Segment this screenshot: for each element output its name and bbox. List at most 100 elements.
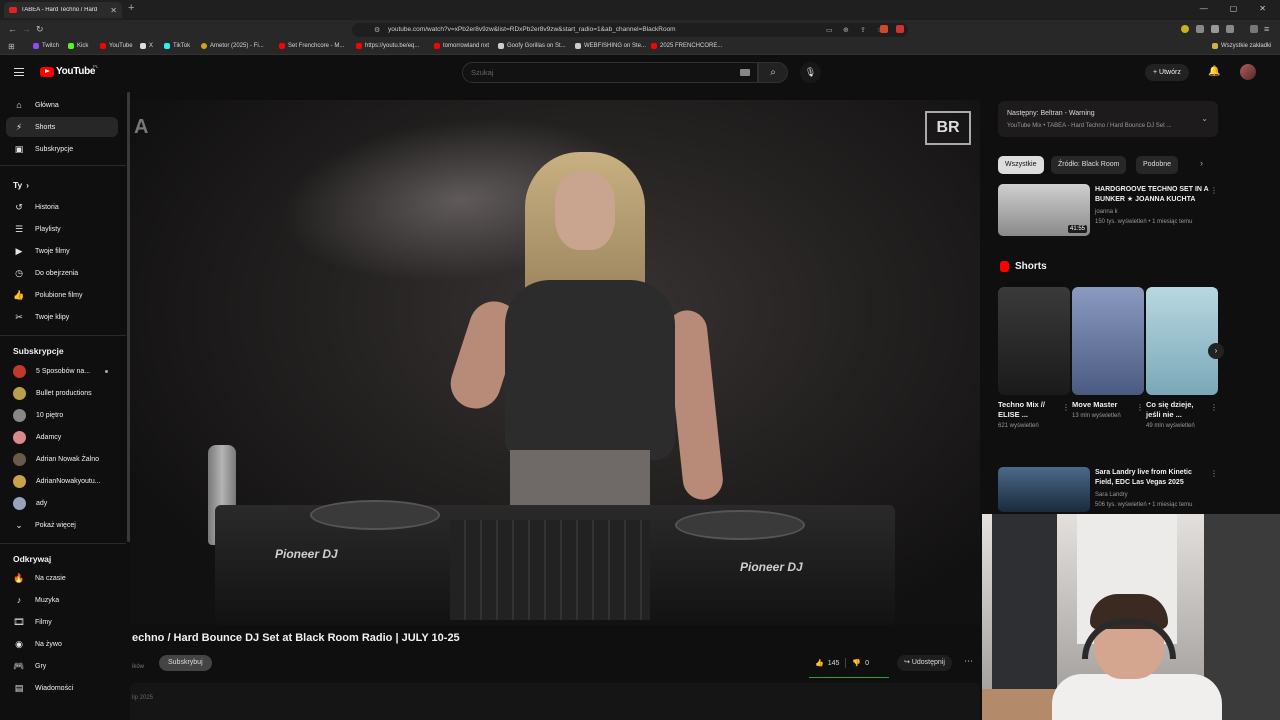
bookmark-x[interactable]: X — [140, 43, 153, 49]
video-title[interactable]: HARDGROOVE TECHNO SET IN A BUNKER ★ JOAN… — [1095, 185, 1210, 204]
sidebar-item-watch-later[interactable]: ◷ Do obejrzenia — [6, 263, 118, 283]
sidebar-item-channel[interactable]: Adrian Nowak Żalno — [6, 449, 118, 469]
short-card[interactable]: Techno Mix // ELISE ... 621 wyświetleń ⋮ — [998, 287, 1070, 431]
voice-search-icon[interactable]: 🎙 — [800, 62, 821, 83]
list-item[interactable]: 41:55 HARDGROOVE TECHNO SET IN A BUNKER … — [998, 184, 1218, 236]
channel-name[interactable]: Sara Landry — [1095, 492, 1128, 498]
channel-name[interactable]: joanna k — [1095, 209, 1118, 215]
sidebar-item-trending[interactable]: 🔥 Na czasie — [6, 568, 118, 588]
extensions-icon[interactable] — [1211, 25, 1219, 33]
video-thumbnail[interactable]: 41:55 — [998, 184, 1090, 236]
sidebar-item-home[interactable]: ⌂ Główna — [6, 95, 118, 115]
sidebar-item-channel[interactable]: ady — [6, 493, 118, 513]
short-title[interactable]: Techno Mix // ELISE ... — [998, 400, 1058, 420]
more-vert-icon[interactable]: ⋮ — [1210, 469, 1218, 478]
bookmark-ametor[interactable]: Ametor (2025) - Fi... — [201, 43, 264, 49]
channel-watermark[interactable]: BR — [925, 111, 971, 145]
more-actions-icon[interactable]: ⋯ — [964, 656, 973, 667]
sidebar-item-channel[interactable]: 5 Sposobów na... — [6, 361, 118, 381]
description-box[interactable] — [130, 683, 980, 720]
search-input[interactable]: Szukaj — [462, 62, 758, 83]
chevron-right-icon[interactable]: › — [1200, 158, 1203, 168]
wallet-extension-icon[interactable] — [1181, 25, 1189, 33]
bookmark-frenchcore-2025[interactable]: 2025 FRENCHCORE... — [651, 43, 722, 49]
back-icon[interactable]: ← — [8, 24, 17, 34]
short-thumbnail[interactable] — [1072, 287, 1144, 395]
reload-icon[interactable]: ↻ — [36, 24, 44, 35]
more-vert-icon[interactable]: ⋮ — [1062, 403, 1070, 412]
brave-shield-icon[interactable] — [880, 25, 888, 33]
bookmark-all[interactable]: Wszystkie zakładki — [1212, 43, 1271, 49]
short-title[interactable]: Move Master — [1072, 400, 1132, 410]
minimize-icon[interactable]: — — [1200, 4, 1208, 13]
chip-source[interactable]: Źródło: Black Room — [1051, 156, 1127, 174]
search-button[interactable]: ⌕ — [758, 62, 788, 83]
chevron-right-icon[interactable]: › — [1208, 343, 1224, 359]
bookmark-tomorrowland[interactable]: tomorrowland nxt — [434, 43, 489, 49]
like-button[interactable]: 👍 145 — [809, 659, 845, 668]
sidebar-item-music[interactable]: ♪ Muzyka — [6, 590, 118, 610]
more-vert-icon[interactable]: ⋮ — [1210, 186, 1218, 195]
media-icon[interactable] — [1250, 25, 1258, 33]
bookmark-kick[interactable]: Kick — [68, 43, 88, 49]
guide-menu-icon[interactable] — [14, 68, 24, 76]
sidebar-item-channel[interactable]: Bullet productions — [6, 383, 118, 403]
sidebar-item-clips[interactable]: ✂ Twoje klipy — [6, 307, 118, 327]
video-title[interactable]: Sara Landry live from Kinetic Field, EDC… — [1095, 468, 1210, 487]
sidebar-item-channel[interactable]: AdrianNowakyoutu... — [6, 471, 118, 491]
sidebar-item-gaming[interactable]: 🎮 Gry — [6, 656, 118, 676]
avatar[interactable] — [1240, 64, 1256, 80]
share-button[interactable]: ↪ Udostępnij — [897, 655, 952, 671]
dislike-button[interactable]: 👎 0 — [846, 659, 875, 668]
bookmark-goofy-gorillas[interactable]: Goofy Gorillas on St... — [498, 43, 566, 49]
more-vert-icon[interactable]: ⋮ — [1136, 403, 1144, 412]
bookmark-twitch[interactable]: Twitch — [33, 43, 59, 49]
sidebar-item-news[interactable]: ▤ Wiadomości — [6, 678, 118, 698]
more-vert-icon[interactable]: ⋮ — [1210, 403, 1218, 412]
chip-all[interactable]: Wszystkie — [998, 156, 1044, 174]
close-window-icon[interactable]: ✕ — [1259, 4, 1266, 13]
sidebar-toggle-icon[interactable] — [1226, 25, 1234, 33]
cast-icon[interactable]: ▭ — [826, 26, 833, 34]
vpn-extension-icon[interactable] — [1196, 25, 1204, 33]
bookmark-youtube[interactable]: YouTube — [100, 43, 133, 49]
bookmark-youtu-be[interactable]: https://youtu.be/eq... — [356, 43, 419, 49]
sidebar-item-liked[interactable]: 👍 Polubione filmy — [6, 285, 118, 305]
create-button[interactable]: + Utwórz — [1145, 64, 1189, 81]
address-bar[interactable]: ⚙ youtube.com/watch?v=xPb2er8v9zw&list=R… — [352, 23, 908, 37]
sidebar-item-channel[interactable]: Adamcy — [6, 427, 118, 447]
site-settings-icon[interactable]: ⚙ — [374, 26, 380, 34]
sidebar-item-your-videos[interactable]: ▶ Twoje filmy — [6, 241, 118, 261]
maximize-icon[interactable]: ▢ — [1230, 4, 1238, 13]
sidebar-item-channel[interactable]: 10 piętro — [6, 405, 118, 425]
alert-extension-icon[interactable] — [896, 25, 904, 33]
bookmark-set-frenchcore[interactable]: Set Frenchcore - M... — [279, 43, 344, 49]
sidebar-show-more[interactable]: ⌄ Pokaż więcej — [6, 515, 118, 535]
short-thumbnail[interactable] — [1146, 287, 1218, 395]
subscribe-button[interactable]: Subskrybuj — [159, 655, 212, 671]
short-card[interactable]: Move Master 13 mln wyświetleń ⋮ — [1072, 287, 1144, 421]
browser-tab[interactable]: TABEA - Hard Techno / Hard ✕ — [4, 2, 122, 18]
short-card[interactable]: Co się dzieje, jeśli nie ... 49 mln wyśw… — [1146, 287, 1218, 431]
keyboard-icon[interactable] — [740, 69, 750, 76]
list-item[interactable]: Sara Landry live from Kinetic Field, EDC… — [998, 467, 1218, 512]
sidebar-item-shorts[interactable]: ⚡ Shorts — [6, 117, 118, 137]
short-thumbnail[interactable] — [998, 287, 1070, 395]
sidebar-you-heading[interactable]: Ty › — [6, 175, 118, 195]
sidebar-item-movies[interactable]: 🎞 Filmy — [6, 612, 118, 632]
sidebar-item-subscriptions[interactable]: ▣ Subskrypcje — [6, 139, 118, 159]
zoom-icon[interactable]: ⊕ — [843, 26, 849, 34]
close-tab-icon[interactable]: ✕ — [110, 6, 117, 15]
sidebar-item-history[interactable]: ↺ Historia — [6, 197, 118, 217]
new-tab-icon[interactable]: + — [128, 2, 134, 14]
sidebar-item-playlists[interactable]: ☰ Playlisty — [6, 219, 118, 239]
forward-icon[interactable]: → — [22, 24, 31, 34]
video-thumbnail[interactable] — [998, 467, 1090, 512]
chip-related[interactable]: Podobne — [1136, 156, 1179, 174]
up-next-box[interactable]: Następny: Beltran - Warning YouTube Mix … — [998, 101, 1218, 137]
bookmark-tiktok[interactable]: TikTok — [164, 43, 190, 49]
youtube-logo[interactable]: YouTube — [40, 66, 96, 77]
short-title[interactable]: Co się dzieje, jeśli nie ... — [1146, 400, 1206, 420]
apps-icon[interactable]: ⊞ — [8, 42, 15, 51]
notifications-icon[interactable]: 🔔 — [1208, 66, 1220, 77]
